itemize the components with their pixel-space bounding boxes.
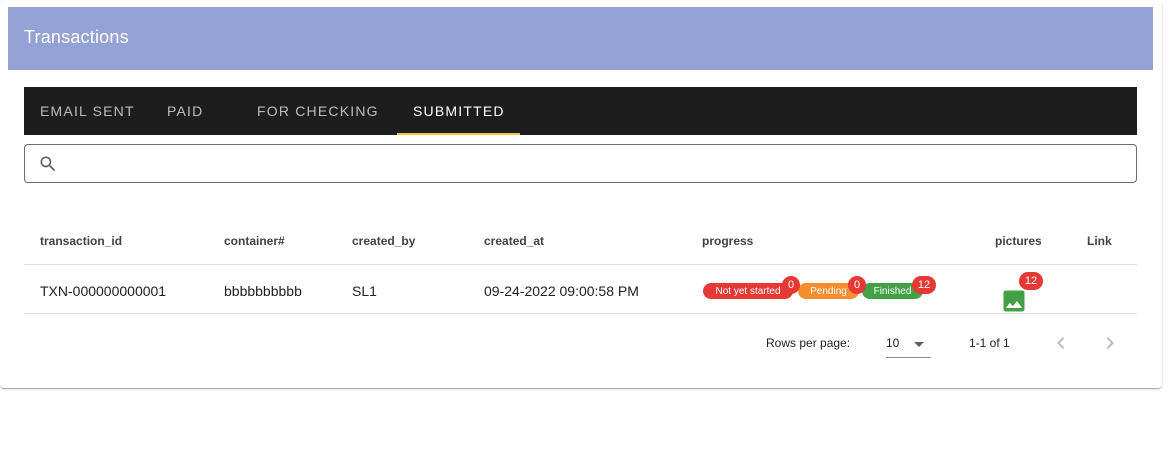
rows-per-page-label: Rows per page:: [766, 336, 851, 350]
count-badge-pending: 0: [848, 276, 866, 294]
cell-created-by: SL1: [352, 283, 377, 299]
image-icon[interactable]: [1000, 287, 1028, 315]
tab-submitted[interactable]: SUBMITTED: [397, 87, 520, 135]
pictures-count-badge: 12: [1019, 272, 1043, 290]
cell-container: bbbbbbbbbb: [224, 283, 302, 299]
chevron-right-icon[interactable]: [1098, 331, 1122, 355]
column-header-progress: progress: [702, 234, 754, 248]
column-header-created-by: created_by: [352, 234, 416, 248]
table-row[interactable]: TXN-000000000001 bbbbbbbbbb SL1 09-24-20…: [24, 265, 1137, 314]
caret-down-icon: [914, 342, 924, 347]
page-title: Transactions: [24, 27, 129, 47]
column-header-link: Link: [1087, 234, 1112, 248]
cell-transaction-id: TXN-000000000001: [40, 283, 167, 299]
column-header-created-at: created_at: [484, 234, 545, 248]
column-header-pictures: pictures: [995, 234, 1042, 248]
page-header: Transactions: [8, 7, 1153, 70]
chevron-left-icon[interactable]: [1049, 331, 1073, 355]
search-box[interactable]: [24, 144, 1137, 183]
count-badge-finished: 12: [912, 276, 936, 294]
cell-created-at: 09-24-2022 09:00:58 PM: [484, 283, 639, 299]
pagination-range: 1-1 of 1: [969, 336, 1010, 350]
search-icon: [40, 156, 56, 172]
count-badge-not-yet-started: 0: [782, 276, 800, 294]
search-input[interactable]: [69, 151, 1119, 177]
transactions-card: Transactions EMAIL SENT PAID FOR CHECKIN…: [0, 0, 1162, 388]
tab-email-sent[interactable]: EMAIL SENT: [24, 87, 151, 135]
status-chip-not-yet-started: Not yet started: [703, 283, 793, 299]
transactions-table: transaction_id container# created_by cre…: [24, 217, 1137, 314]
pagination: Rows per page: 10 1-1 of 1: [24, 318, 1137, 366]
column-header-transaction-id: transaction_id: [40, 234, 123, 248]
rows-per-page-value: 10: [886, 336, 900, 350]
table-header: transaction_id container# created_by cre…: [24, 217, 1137, 265]
tab-bar: EMAIL SENT PAID FOR CHECKING SUBMITTED: [24, 87, 1137, 135]
tab-paid[interactable]: PAID: [151, 87, 241, 135]
tab-for-checking[interactable]: FOR CHECKING: [241, 87, 397, 135]
column-header-container: container#: [224, 234, 285, 248]
rows-per-page-select[interactable]: 10: [886, 330, 931, 358]
